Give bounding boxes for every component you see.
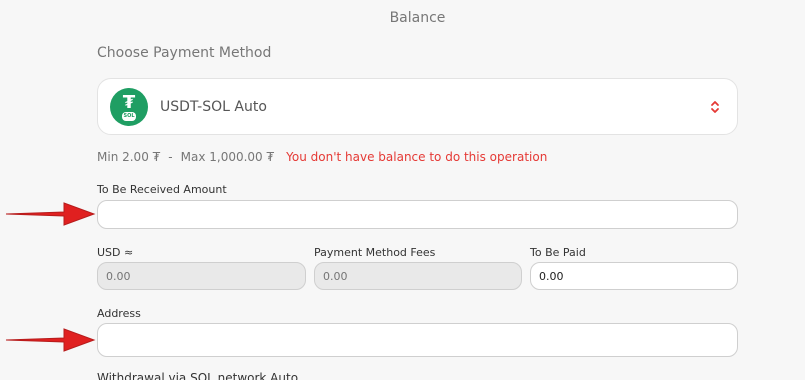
min-limit: Min 2.00 ₮ <box>97 150 161 164</box>
fees-label: Payment Method Fees <box>314 246 436 259</box>
chevron-updown-icon <box>709 98 721 116</box>
fees-input <box>314 262 522 290</box>
address-label: Address <box>97 307 141 320</box>
to-be-paid-label: To Be Paid <box>530 246 586 259</box>
address-input[interactable] <box>97 323 738 357</box>
payment-method-select[interactable]: ₮ SOL USDT-SOL Auto <box>97 78 738 135</box>
tether-glyph: ₮ <box>122 91 136 113</box>
max-limit: Max 1,000.00 ₮ <box>180 150 275 164</box>
received-amount-input[interactable] <box>97 200 738 229</box>
limit-separator: - <box>168 150 173 164</box>
limits-row: Min 2.00 ₮ - Max 1,000.00 ₮ You don't have … <box>97 150 547 164</box>
usd-label: USD ≈ <box>97 246 134 259</box>
sol-badge: SOL <box>122 111 136 121</box>
network-text-partial: Withdrawal via SOL network Auto <box>97 371 299 380</box>
balance-error-message: You don't have balance to do this operat… <box>286 150 548 164</box>
payment-method-label: USDT-SOL Auto <box>160 98 267 115</box>
red-arrow-annotation <box>5 202 96 226</box>
usdt-sol-icon: ₮ SOL <box>110 87 148 126</box>
section-title: Choose Payment Method <box>97 45 272 61</box>
page-title: Balance <box>389 10 446 26</box>
to-be-paid-input[interactable] <box>530 262 738 290</box>
red-arrow-annotation <box>5 328 96 352</box>
usd-input <box>97 262 306 290</box>
received-amount-label: To Be Received Amount <box>97 183 227 196</box>
